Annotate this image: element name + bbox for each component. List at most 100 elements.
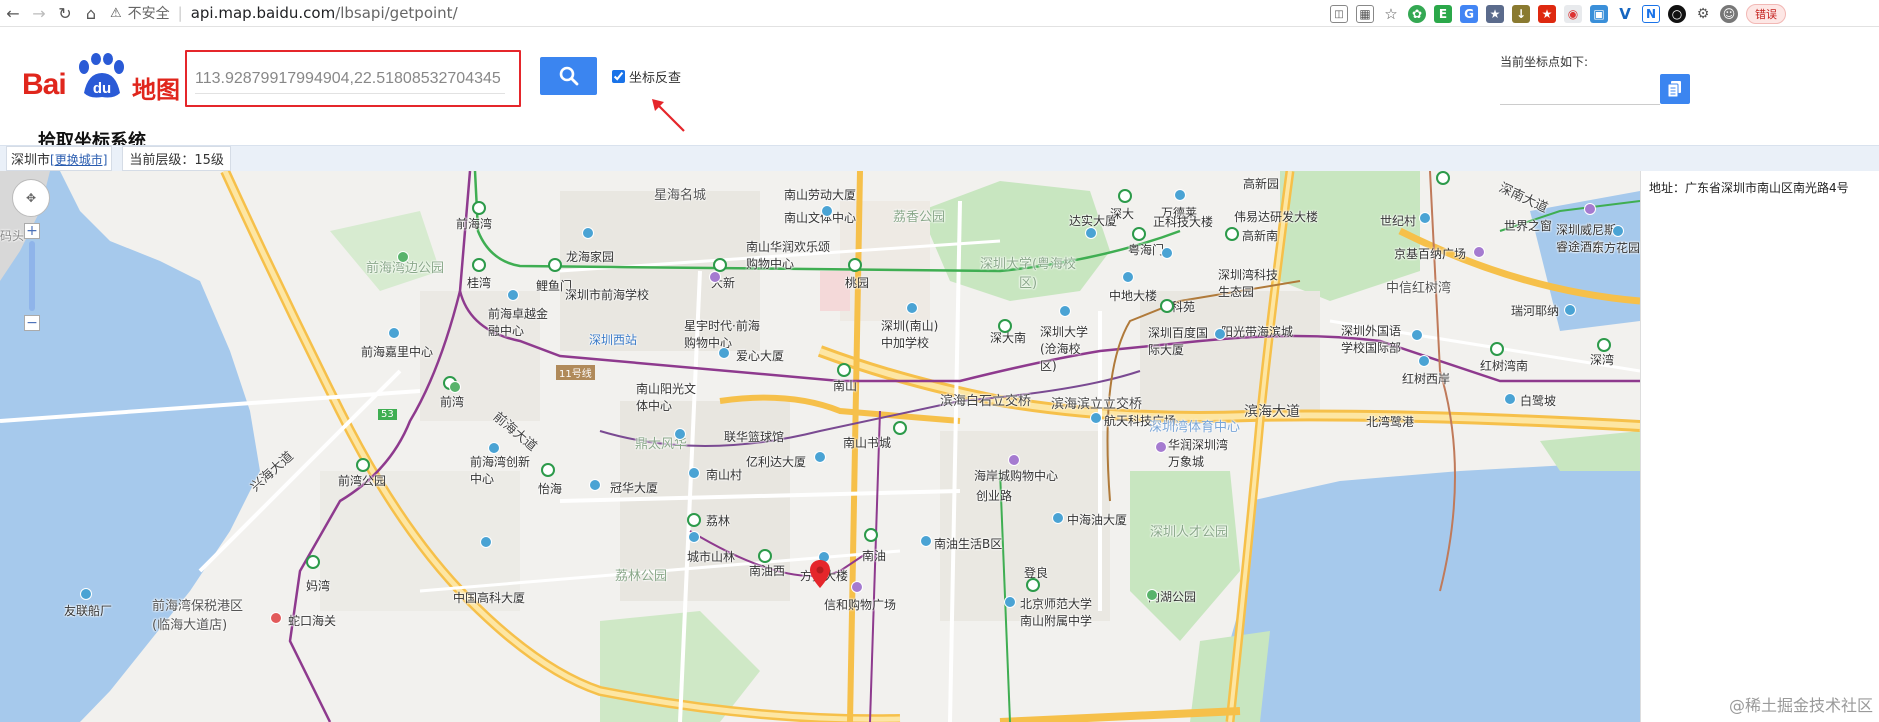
- map-label: 深圳人才公园: [1150, 525, 1229, 540]
- extension-bar: ◫ ▦ ☆ ✿ E G ★ ↓ ★ ◉ ▣ V N ○ ⚙ ☺ 错误: [1330, 3, 1786, 25]
- metro-station-icon: [893, 421, 907, 435]
- evernote-icon[interactable]: E: [1434, 5, 1452, 23]
- metro-station-icon: [306, 555, 320, 569]
- puzzle-icon[interactable]: ⚙: [1694, 5, 1712, 23]
- baidu-map-logo[interactable]: Bai du 地图 拾取坐标系统: [22, 53, 182, 152]
- map-label: 南山阳光文体中心: [636, 382, 697, 413]
- extension-green-icon[interactable]: ✿: [1408, 5, 1426, 23]
- change-city-link[interactable]: [更换城市]: [50, 153, 107, 167]
- bookmark-ext-icon[interactable]: ★: [1486, 5, 1504, 23]
- map-label: 荔香公园: [893, 210, 946, 225]
- reverse-lookup-toggle[interactable]: 坐标反查: [612, 67, 681, 86]
- map-label: 城市山林: [687, 550, 736, 564]
- url-path: /lbsapi/getpoint/: [335, 4, 458, 22]
- avatar-icon[interactable]: ☺: [1720, 5, 1738, 23]
- zoom-out-button[interactable]: −: [24, 315, 40, 331]
- map-label: 中信红树湾: [1386, 281, 1452, 296]
- search-button[interactable]: [540, 57, 597, 95]
- home-icon[interactable]: ⌂: [78, 0, 104, 27]
- metro-station-icon: [1597, 338, 1611, 352]
- paw-icon: du: [79, 53, 124, 98]
- security-label: 不安全: [127, 6, 170, 22]
- ns-icon[interactable]: N: [1642, 5, 1660, 23]
- metro-station-icon: [1132, 227, 1146, 241]
- star-icon[interactable]: ☆: [1382, 5, 1400, 23]
- back-icon[interactable]: ←: [0, 0, 26, 27]
- poi-icon: [1419, 212, 1431, 224]
- metro-station-icon: [1225, 227, 1239, 241]
- metro-station-icon: [758, 549, 772, 563]
- park-icon: [449, 381, 461, 393]
- map-label: 红树西岸: [1402, 372, 1451, 386]
- poi-icon: [1052, 512, 1064, 524]
- city-name: 深圳市: [11, 153, 51, 168]
- reverse-lookup-checkbox[interactable]: [612, 70, 625, 83]
- browser-toolbar: ← → ↻ ⌂ ⚠ 不安全 | api.map.baidu.com/lbsapi…: [0, 0, 1879, 27]
- forward-icon[interactable]: →: [26, 0, 52, 27]
- shopping-icon: [1008, 454, 1020, 466]
- poi-icon: [582, 227, 594, 239]
- map-canvas[interactable]: 前海湾 龙海家园 鲤鱼门 大新 桃园 深圳大学(粤海校区) 荔香公园 南山文体中…: [0, 171, 1640, 722]
- image-ext-icon[interactable]: ▣: [1590, 5, 1608, 23]
- metro-station-icon: [1160, 299, 1174, 313]
- metro-station-icon: [1490, 342, 1504, 356]
- qr-icon[interactable]: ▦: [1356, 5, 1374, 23]
- map-label: 信和购物广场: [824, 598, 897, 612]
- map-label: 华润深圳湾万象城: [1168, 438, 1229, 469]
- map-label: 龙海家园: [566, 250, 615, 264]
- metro-station-icon: [687, 513, 701, 527]
- zoom-in-button[interactable]: +: [24, 223, 40, 239]
- poi-icon: [1504, 393, 1516, 405]
- map-label: 中地大楼: [1109, 289, 1158, 303]
- map-label: 深圳湾体育中心: [1149, 420, 1241, 435]
- cast-icon[interactable]: ◫: [1330, 5, 1348, 23]
- map-label: 粤海门: [1128, 243, 1165, 257]
- map-label: 南山书城: [843, 436, 892, 450]
- map-label: 深圳西站: [589, 333, 638, 347]
- map-label: 南山: [833, 379, 858, 393]
- google-translate-icon[interactable]: G: [1460, 5, 1478, 23]
- poi-icon: [1564, 304, 1576, 316]
- metro-station-icon: [472, 258, 486, 272]
- map-label: 深圳外国语学校国际部: [1341, 324, 1402, 355]
- map-label: 创业路: [976, 489, 1013, 503]
- map-label: 海岸城购物中心: [974, 469, 1059, 483]
- reload-icon[interactable]: ↻: [52, 0, 78, 27]
- pan-control-icon[interactable]: ✥: [12, 179, 50, 217]
- location-marker-icon[interactable]: [810, 560, 830, 588]
- map-label: 滨海滨立立交桥: [1051, 397, 1143, 412]
- poi-icon: [1174, 189, 1186, 201]
- circle-ext-icon[interactable]: ○: [1668, 5, 1686, 23]
- url-host: api.map.baidu.com: [190, 4, 336, 22]
- url-text: api.map.baidu.com/lbsapi/getpoint/: [191, 4, 458, 22]
- extension-share-icon[interactable]: ◉: [1564, 5, 1582, 23]
- poi-icon: [1004, 596, 1016, 608]
- map-label: 瑞河耶纳: [1511, 304, 1560, 318]
- map-label: 前湾: [440, 395, 465, 409]
- poi-icon: [674, 428, 686, 440]
- logo-bai-text: Bai: [22, 68, 67, 101]
- map-label: 南山文体中心: [784, 211, 857, 225]
- metro-station-icon: [998, 319, 1012, 333]
- map-label: 中海油大厦: [1067, 513, 1128, 527]
- error-badge[interactable]: 错误: [1746, 4, 1786, 24]
- coordinate-search-input[interactable]: [195, 64, 505, 94]
- map-label: 南山村: [706, 468, 743, 482]
- copy-button[interactable]: [1660, 74, 1690, 104]
- address-bar[interactable]: ⚠ 不安全 | api.map.baidu.com/lbsapi/getpoin…: [110, 2, 458, 24]
- vue-devtools-icon[interactable]: V: [1616, 5, 1634, 23]
- download-ext-icon[interactable]: ↓: [1512, 5, 1530, 23]
- poi-icon: [507, 289, 519, 301]
- map-zoom-control: ✥ + −: [12, 179, 52, 339]
- map-label: 南油生活B区: [934, 537, 1003, 551]
- map-label: 荔林公园: [615, 569, 668, 584]
- current-coordinate-field[interactable]: [1500, 77, 1660, 105]
- shopping-icon: [1155, 441, 1167, 453]
- map-info-bar: 深圳市[更换城市] 当前层级：15级: [0, 145, 1879, 171]
- zoom-slider[interactable]: [29, 241, 35, 311]
- flag-icon[interactable]: ★: [1538, 5, 1556, 23]
- map-label: 科苑: [1171, 300, 1196, 314]
- map-label: 滨海大道: [1244, 404, 1300, 420]
- map-label: 世纪村: [1380, 214, 1417, 228]
- metro-station-icon: [1436, 171, 1450, 185]
